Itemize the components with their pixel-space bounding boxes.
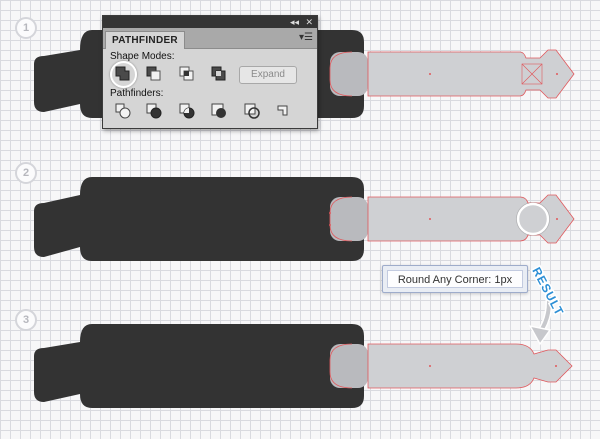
trim-icon[interactable] (145, 102, 163, 120)
divide-icon[interactable] (114, 102, 132, 120)
dark-handle-shape (34, 324, 364, 408)
crop-icon[interactable] (210, 102, 228, 120)
pathfinders-label: Pathfinders: (110, 88, 164, 99)
panel-titlebar[interactable]: ◂◂ ✕ (103, 16, 317, 28)
step-badge-2: 2 (15, 162, 37, 184)
merge-icon[interactable] (178, 102, 196, 120)
artwork-row-2 (34, 177, 575, 261)
artwork-row-3 (34, 324, 573, 408)
step-badge-1: 1 (15, 17, 37, 39)
canvas: RESULT 1 2 3 ◂◂ ✕ PATHFINDER ▾☰ Shape Mo… (0, 0, 600, 439)
exclude-icon[interactable] (210, 65, 228, 83)
overlap-shape (330, 197, 368, 241)
intersect-icon[interactable] (178, 65, 196, 83)
tab-pathfinder[interactable]: PATHFINDER (105, 31, 185, 49)
panel-tabbar: PATHFINDER ▾☰ (103, 28, 317, 49)
collapse-icon[interactable]: ◂◂ (290, 16, 299, 28)
outline-icon[interactable] (243, 102, 261, 120)
dark-handle-shape (34, 177, 364, 261)
light-plug-shape (367, 49, 575, 99)
overlap-shape (330, 52, 368, 96)
round-corner-tooltip: Round Any Corner: 1px (382, 265, 528, 293)
pathfinder-panel: ◂◂ ✕ PATHFINDER ▾☰ Shape Modes: Expand P… (102, 15, 318, 129)
expand-button[interactable]: Expand (239, 66, 297, 84)
tooltip-text: Round Any Corner: 1px (387, 270, 523, 288)
step-badge-3: 3 (15, 309, 37, 331)
minus-back-icon[interactable] (273, 102, 291, 120)
minus-front-icon[interactable] (145, 65, 163, 83)
result-plug-shape (367, 343, 573, 389)
overlap-shape (330, 344, 368, 388)
light-plug-shape (367, 194, 575, 244)
unite-icon[interactable] (114, 65, 132, 83)
panel-menu-icon[interactable]: ▾☰ (299, 31, 313, 45)
close-icon[interactable]: ✕ (305, 16, 313, 28)
